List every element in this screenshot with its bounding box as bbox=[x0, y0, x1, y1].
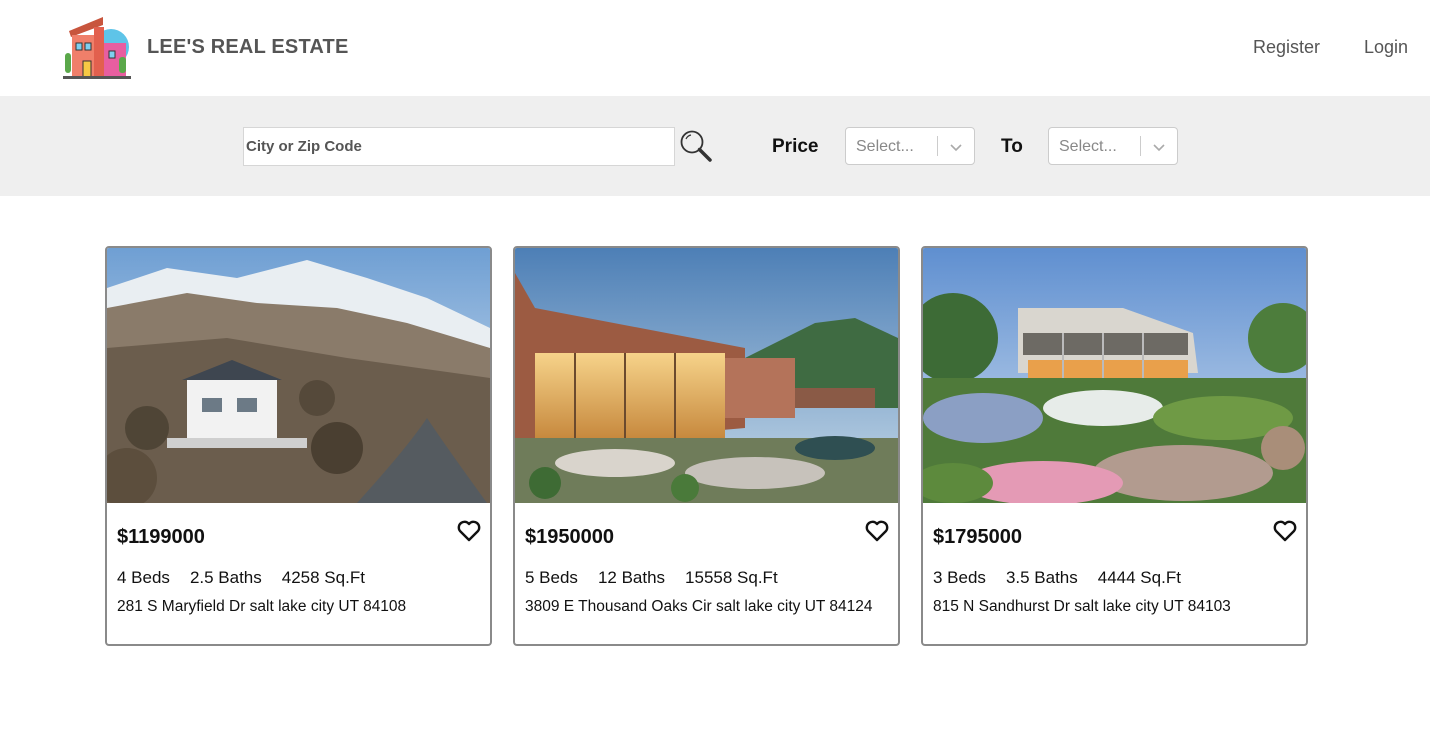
chevron-down-icon[interactable] bbox=[1151, 139, 1167, 155]
listing-card[interactable]: $1199000 4 Beds 2.5 Baths 4258 Sq.Ft 281 S… bbox=[105, 246, 492, 646]
listing-card[interactable]: $1795000 3 Beds 3.5 Baths 4444 Sq.Ft 815 N… bbox=[921, 246, 1308, 646]
listing-photo[interactable] bbox=[107, 248, 490, 503]
listing-baths: 12 Baths bbox=[597, 568, 666, 587]
listing-specs: 4 Beds 2.5 Baths 4258 Sq.Ft bbox=[117, 568, 385, 588]
listing-price: $1950000 bbox=[525, 526, 614, 548]
listing-price: $1199000 bbox=[117, 526, 205, 548]
register-link[interactable]: Register bbox=[1253, 37, 1320, 58]
listing-beds: 5 Beds bbox=[525, 568, 578, 587]
house-logo-icon[interactable] bbox=[63, 13, 131, 81]
price-label: Price bbox=[772, 136, 819, 157]
magnifier-icon[interactable] bbox=[679, 129, 713, 163]
listing-specs: 5 Beds 12 Baths 15558 Sq.Ft bbox=[525, 568, 798, 588]
listing-address: 815 N Sandhurst Dr salt lake city UT 841… bbox=[933, 598, 1231, 615]
heart-outline-icon[interactable] bbox=[865, 520, 889, 542]
listing-address: 3809 E Thousand Oaks Cir salt lake city … bbox=[525, 598, 873, 615]
listing-price: $1795000 bbox=[933, 526, 1022, 548]
listing-address: 281 S Maryfield Dr salt lake city UT 841… bbox=[117, 598, 407, 615]
listing-sqft: 15558 Sq.Ft bbox=[685, 568, 778, 587]
listing-card[interactable]: $1950000 5 Beds 12 Baths 15558 Sq.Ft 3809 … bbox=[513, 246, 900, 646]
listing-photo[interactable] bbox=[515, 248, 898, 503]
listing-sqft: 4444 Sq.Ft bbox=[1097, 568, 1181, 587]
to-label: To bbox=[1001, 136, 1023, 157]
city-zip-search-input[interactable] bbox=[243, 127, 675, 166]
select-divider bbox=[1140, 136, 1141, 156]
max-price-placeholder: Select... bbox=[1059, 138, 1117, 155]
listing-baths: 2.5 Baths bbox=[189, 568, 262, 587]
listing-beds: 3 Beds bbox=[933, 568, 986, 587]
min-price-select[interactable]: Select... bbox=[845, 127, 975, 165]
listing-specs: 3 Beds 3.5 Baths 4444 Sq.Ft bbox=[933, 568, 1201, 588]
chevron-down-icon[interactable] bbox=[948, 139, 964, 155]
search-bar: Price Select... To Select... bbox=[0, 96, 1430, 196]
max-price-select[interactable]: Select... bbox=[1048, 127, 1178, 165]
listing-beds: 4 Beds bbox=[117, 568, 170, 587]
heart-outline-icon[interactable] bbox=[1273, 520, 1297, 542]
listing-baths: 3.5 Baths bbox=[1005, 568, 1078, 587]
heart-outline-icon[interactable] bbox=[457, 520, 481, 542]
listing-photo[interactable] bbox=[923, 248, 1306, 503]
listing-sqft: 4258 Sq.Ft bbox=[281, 568, 365, 587]
top-header: LEE'S REAL ESTATE Register Login bbox=[0, 0, 1430, 96]
min-price-placeholder: Select... bbox=[856, 138, 914, 155]
select-divider bbox=[937, 136, 938, 156]
brand-name[interactable]: LEE'S REAL ESTATE bbox=[147, 36, 349, 59]
login-link[interactable]: Login bbox=[1364, 37, 1408, 58]
